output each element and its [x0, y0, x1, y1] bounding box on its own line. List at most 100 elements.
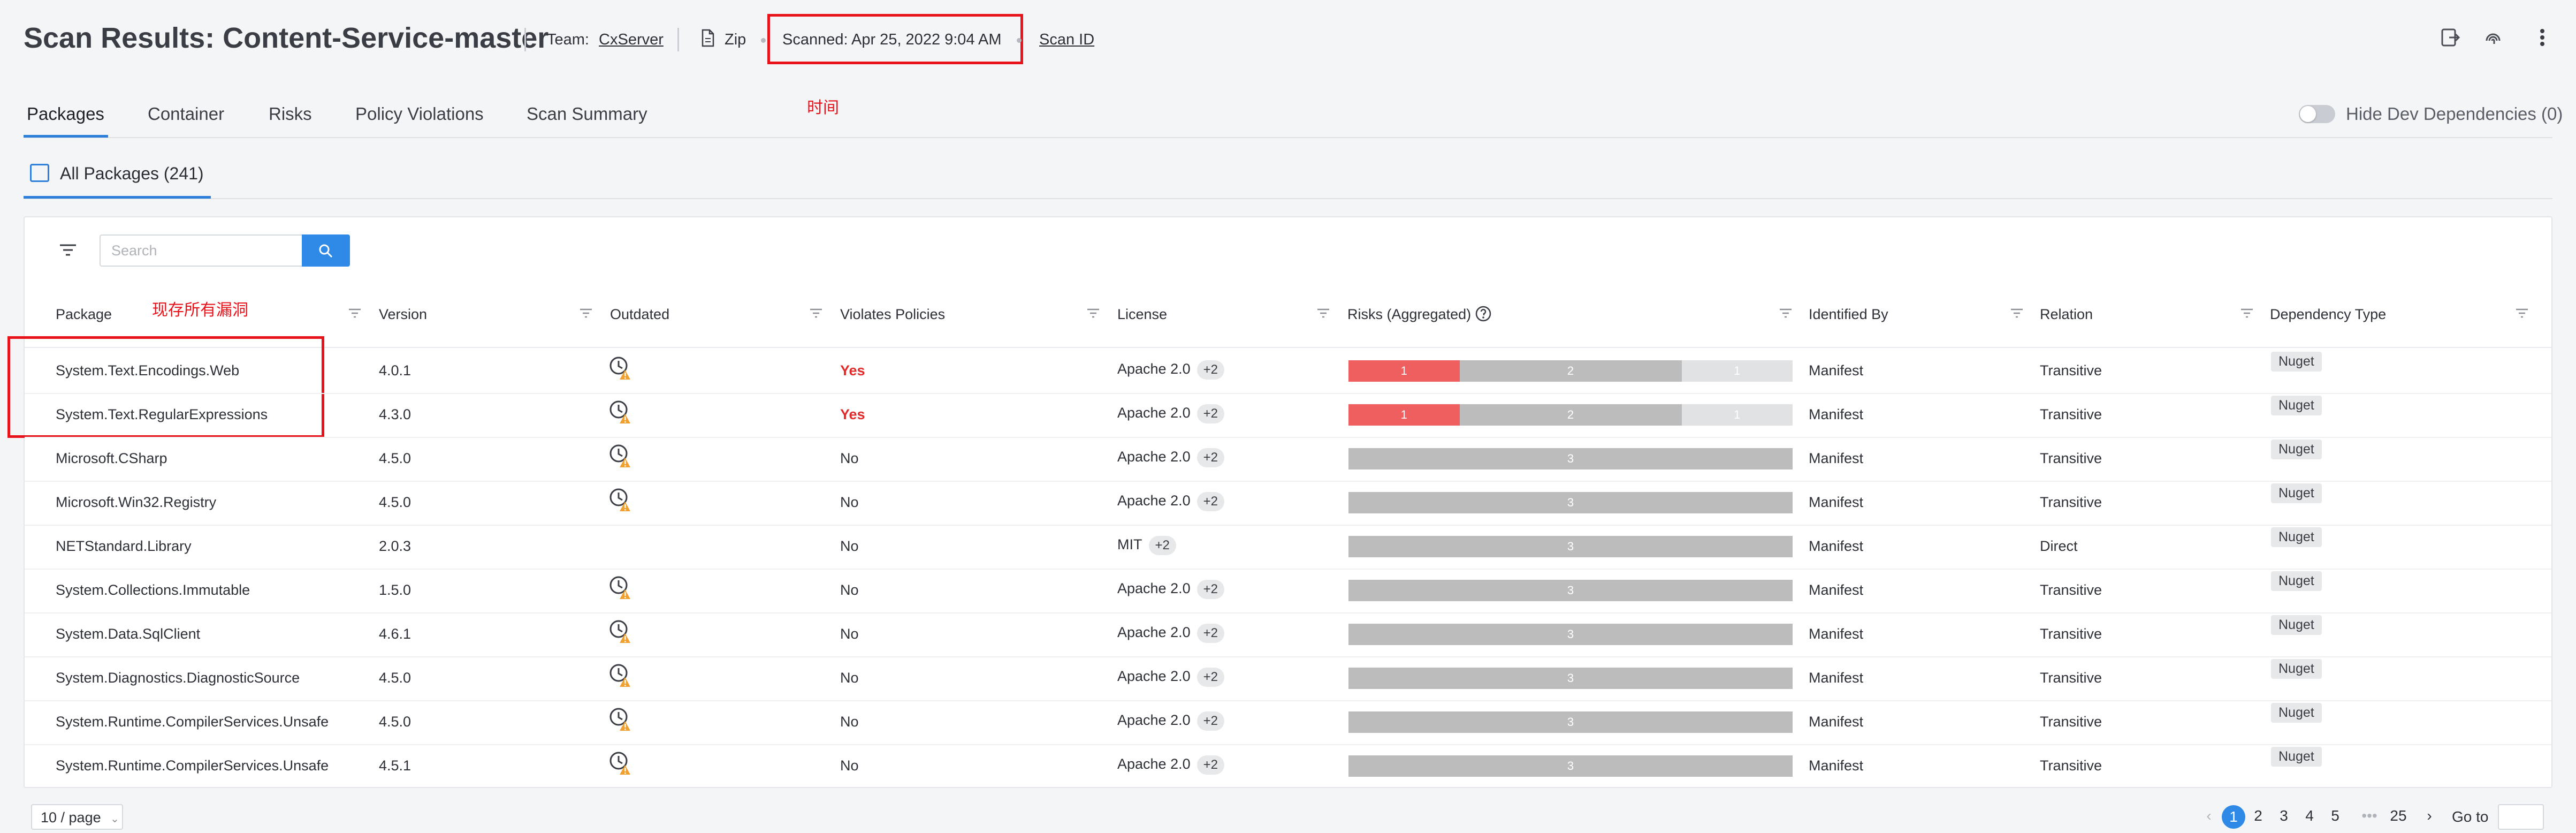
risk-segment[interactable]: 2	[1459, 360, 1682, 382]
tab-packages[interactable]: Packages	[27, 104, 104, 124]
relation-value: Transitive	[2040, 494, 2102, 510]
risk-segment[interactable]: 3	[1348, 624, 1793, 645]
column-filter-icon[interactable]	[579, 307, 593, 319]
package-name[interactable]: Microsoft.CSharp	[56, 450, 167, 467]
column-filter-icon[interactable]	[1086, 307, 1100, 319]
identified-by-value: Manifest	[1809, 450, 1864, 466]
column-header-package[interactable]: Package	[56, 306, 112, 323]
risk-segment[interactable]: 3	[1348, 668, 1793, 689]
column-filter-icon[interactable]	[2515, 307, 2529, 319]
license-more-chip[interactable]: +2	[1196, 755, 1224, 775]
active-subtab-indicator	[24, 196, 211, 199]
scan-id-link[interactable]: Scan ID	[1039, 31, 1094, 49]
row-divider	[25, 393, 2551, 394]
package-name[interactable]: System.Diagnostics.DiagnosticSource	[56, 670, 300, 686]
column-filter-icon[interactable]	[2010, 307, 2024, 319]
risk-segment[interactable]: 1	[1681, 404, 1793, 426]
help-icon[interactable]	[1475, 305, 1492, 325]
license-more-chip[interactable]: +2	[1196, 448, 1224, 467]
page-number[interactable]: 4	[2299, 807, 2320, 824]
package-version: 1.5.0	[379, 582, 411, 598]
risk-segment[interactable]: 2	[1459, 404, 1682, 426]
prev-page-icon[interactable]: ‹	[2198, 807, 2220, 824]
page-number[interactable]: 5	[2325, 807, 2346, 824]
row-divider	[25, 437, 2551, 438]
search-input[interactable]	[100, 234, 302, 267]
column-header-dependency-type[interactable]: Dependency Type	[2270, 306, 2386, 323]
package-name[interactable]: NETStandard.Library	[56, 538, 192, 555]
tab-scan-summary[interactable]: Scan Summary	[527, 104, 647, 124]
column-header-license[interactable]: License	[1117, 306, 1167, 323]
package-name[interactable]: System.Collections.Immutable	[56, 582, 250, 599]
tab-risks[interactable]: Risks	[269, 104, 312, 124]
tab-container[interactable]: Container	[148, 104, 224, 124]
risk-segment[interactable]: 3	[1348, 711, 1793, 733]
search-button[interactable]	[302, 234, 350, 267]
column-filter-icon[interactable]	[348, 307, 362, 319]
column-header-version[interactable]: Version	[379, 306, 427, 323]
risk-segment[interactable]: 3	[1348, 755, 1793, 777]
column-filter-icon[interactable]	[1779, 307, 1793, 319]
license-more-chip[interactable]: +2	[1196, 492, 1224, 511]
column-header-risks[interactable]: Risks (Aggregated)	[1347, 306, 1471, 323]
license-cell: Apache 2.0 +2	[1117, 668, 1224, 687]
package-version: 2.0.3	[379, 538, 411, 554]
goto-page-input[interactable]	[2498, 804, 2544, 830]
page-number[interactable]: 1	[2222, 805, 2245, 829]
license-more-chip[interactable]: +2	[1196, 668, 1224, 687]
column-header-relation[interactable]: Relation	[2040, 306, 2093, 323]
tab-policy-violations[interactable]: Policy Violations	[355, 104, 484, 124]
column-header-outdated[interactable]: Outdated	[610, 306, 669, 323]
license-more-chip[interactable]: +2	[1196, 624, 1224, 643]
outdated-clock-warning-icon	[609, 575, 634, 600]
risk-bar: 3	[1348, 536, 1793, 557]
page-number[interactable]: 3	[2273, 807, 2295, 824]
column-header-identified-by[interactable]: Identified By	[1809, 306, 1888, 323]
license-name: MIT	[1117, 536, 1142, 552]
license-more-chip[interactable]: +2	[1196, 360, 1224, 380]
page-number[interactable]: 2	[2247, 807, 2269, 824]
fingerprint-icon[interactable]	[2481, 27, 2505, 51]
next-page-icon[interactable]: ›	[2419, 807, 2440, 824]
team-link[interactable]: CxServer	[599, 31, 664, 48]
package-name[interactable]: Microsoft.Win32.Registry	[56, 494, 216, 511]
risk-segment[interactable]: 3	[1348, 580, 1793, 601]
license-more-chip[interactable]: +2	[1196, 404, 1224, 423]
risk-bar: 3	[1348, 448, 1793, 469]
identified-by-value: Manifest	[1809, 538, 1864, 554]
package-name[interactable]: System.Data.SqlClient	[56, 626, 200, 642]
license-more-chip[interactable]: +2	[1196, 580, 1224, 599]
license-more-chip[interactable]: +2	[1196, 711, 1224, 731]
package-name[interactable]: System.Text.Encodings.Web	[56, 362, 239, 379]
filter-icon[interactable]	[58, 242, 78, 258]
column-header-violates-policies[interactable]: Violates Policies	[840, 306, 945, 323]
page-ellipsis[interactable]: •••	[2354, 807, 2384, 824]
subtab-all-packages[interactable]: All Packages (241)	[60, 164, 204, 184]
page-size-select[interactable]: 10 / page ⌄	[31, 804, 123, 830]
column-filter-icon[interactable]	[809, 307, 823, 319]
more-options-icon[interactable]	[2530, 27, 2555, 51]
column-filter-icon[interactable]	[2240, 307, 2254, 319]
package-name[interactable]: System.Runtime.CompilerServices.Unsafe	[56, 714, 329, 730]
outdated-clock-warning-icon	[609, 619, 634, 644]
package-name[interactable]: System.Runtime.CompilerServices.Unsafe	[56, 758, 329, 774]
license-cell: Apache 2.0 +2	[1117, 711, 1224, 731]
violates-policies-value: Yes	[840, 406, 865, 422]
column-filter-icon[interactable]	[1316, 307, 1330, 319]
risk-segment[interactable]: 3	[1348, 536, 1793, 557]
risk-segment[interactable]: 1	[1681, 360, 1793, 382]
relation-value: Transitive	[2040, 406, 2102, 422]
relation-value: Direct	[2040, 538, 2078, 554]
risk-segment[interactable]: 3	[1348, 448, 1793, 469]
risk-segment[interactable]: 1	[1348, 360, 1460, 382]
package-name[interactable]: System.Text.RegularExpressions	[56, 406, 268, 423]
export-icon[interactable]	[2438, 27, 2463, 51]
package-version: 4.5.1	[379, 758, 411, 774]
risk-segment[interactable]: 3	[1348, 492, 1793, 513]
page-number[interactable]: 25	[2388, 807, 2409, 824]
risk-bar: 3	[1348, 711, 1793, 733]
license-more-chip[interactable]: +2	[1148, 536, 1176, 555]
risk-bar: 3	[1348, 755, 1793, 777]
risk-bar: 121	[1348, 404, 1793, 426]
risk-segment[interactable]: 1	[1348, 404, 1460, 426]
